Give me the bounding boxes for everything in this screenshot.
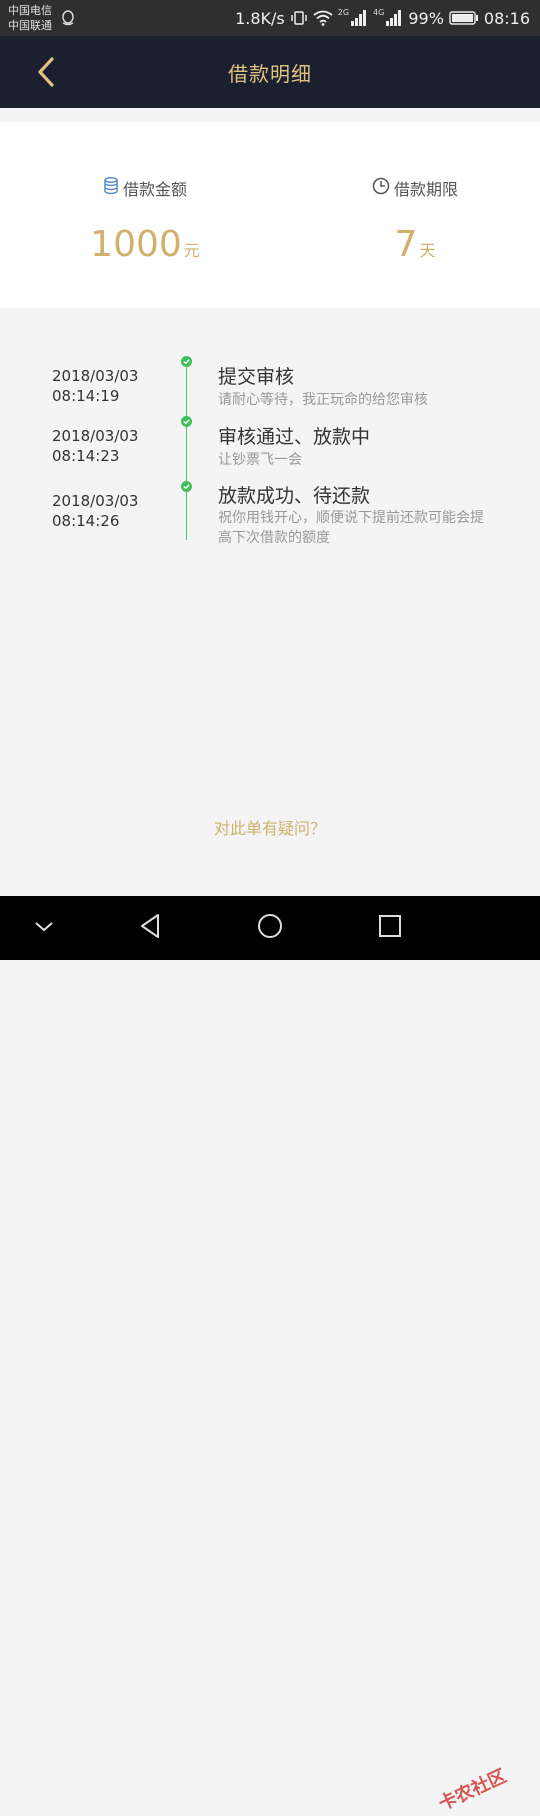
carrier-info: 中国电信 中国联通 [8, 3, 52, 33]
battery-icon [449, 11, 479, 25]
hide-keyboard-button[interactable] [28, 912, 60, 944]
timeline-description: 请耐心等待，我正玩命的给您审核 [218, 392, 428, 408]
loan-amount-section: 借款金额 1000 元 [10, 122, 280, 308]
clock-time: 08:16 [483, 8, 530, 28]
check-circle-icon [181, 416, 192, 427]
coin-stack-icon [103, 177, 119, 199]
timeline-timestamp: 2018/03/03 08:14:26 [52, 491, 138, 531]
timeline-date: 2018/03/03 [52, 427, 139, 445]
loan-term-value-row: 7 天 [280, 224, 540, 265]
check-circle-icon [181, 356, 192, 367]
android-nav-bar: 卡农社区 [0, 896, 540, 1815]
timeline-timestamp: 2018/03/03 08:14:23 [52, 426, 138, 466]
loan-amount-value-row: 1000 元 [10, 224, 280, 265]
loan-amount-value: 1000 [90, 224, 182, 265]
vibrate-icon [290, 9, 308, 27]
nav-back-button[interactable] [134, 912, 166, 944]
carrier-1: 中国电信 [8, 4, 52, 17]
timeline-date: 2018/03/03 [52, 367, 139, 385]
recents-square-icon [378, 914, 402, 942]
nav-home-button[interactable] [254, 912, 286, 944]
loan-term-value: 7 [394, 224, 418, 265]
clock-icon [372, 177, 390, 199]
watermark-logo: 卡农社区 [435, 1765, 510, 1816]
carrier-2: 中国联通 [8, 19, 52, 32]
timeline-time: 08:14:19 [52, 387, 120, 405]
network-type-1: 2G [337, 8, 350, 17]
back-triangle-icon [138, 913, 162, 943]
timeline-description: 让钞票飞一会 [218, 452, 302, 468]
page-title: 借款明细 [228, 62, 312, 86]
timeline-timestamp: 2018/03/03 08:14:19 [52, 366, 138, 406]
timeline-title: 审核通过、放款中 [218, 426, 371, 448]
loan-amount-label-row: 借款金额 [10, 176, 280, 200]
wifi-icon [313, 10, 333, 26]
loan-amount-label: 借款金额 [122, 180, 187, 199]
timeline-date: 2018/03/03 [52, 492, 139, 510]
battery-percent: 99% [408, 8, 444, 28]
header-bar: 借款明细 [0, 36, 540, 108]
nav-recents-button[interactable] [374, 912, 406, 944]
network-speed: 1.8K/s [235, 8, 285, 28]
network-type-2: 4G [373, 8, 385, 17]
loan-term-label: 借款期限 [393, 180, 458, 199]
question-link[interactable]: 对此单有疑问？ [0, 815, 540, 839]
check-circle-icon [181, 481, 192, 492]
signal-icon-2 [385, 10, 403, 26]
loan-progress-timeline: 2018/03/03 08:14:19 提交审核 请耐心等待，我正玩命的给您审核… [0, 350, 540, 550]
loan-term-unit: 天 [419, 241, 436, 260]
loan-term-label-row: 借款期限 [280, 176, 540, 200]
loan-term-section: 借款期限 7 天 [280, 122, 540, 308]
status-bar: 中国电信 中国联通 1.8K/s 2G 4G 99% 08:16 [0, 0, 540, 36]
status-right: 1.8K/s 2G 4G 99% 08:16 [235, 0, 530, 36]
timeline-line [186, 360, 187, 540]
loan-summary-card: 借款金额 1000 元 借款期限 7 天 [0, 122, 540, 308]
home-circle-icon [257, 913, 283, 943]
timeline-time: 08:14:23 [52, 447, 120, 465]
timeline-time: 08:14:26 [52, 512, 120, 530]
qq-icon [60, 9, 76, 31]
signal-icon-1 [350, 10, 368, 26]
timeline-description: 祝你用钱开心，顺便说下提前还款可能会提高下次借款的额度 [218, 510, 484, 546]
timeline-title: 提交审核 [218, 366, 295, 388]
timeline-title: 放款成功、待还款 [218, 485, 371, 507]
chevron-down-icon [33, 919, 55, 938]
loan-amount-unit: 元 [183, 241, 200, 260]
